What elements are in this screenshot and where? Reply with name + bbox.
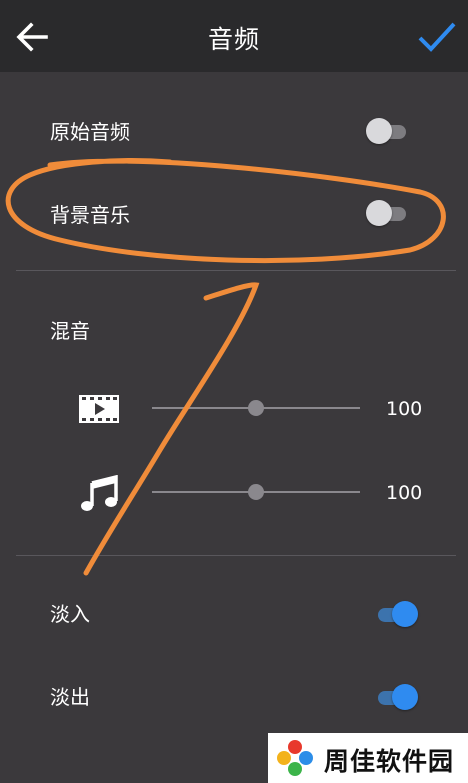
music-volume-slider[interactable] [152,482,360,502]
fade-in-label: 淡入 [50,602,90,626]
watermark: 周佳软件园 [268,733,468,783]
confirm-button[interactable] [412,14,460,60]
video-icon [79,395,119,423]
music-volume-value: 100 [386,482,423,504]
mix-heading: 混音 [50,319,90,343]
page-title: 音频 [207,25,260,54]
fade-in-toggle[interactable] [372,599,418,629]
original-audio-toggle[interactable] [366,116,412,146]
music-note-icon [81,475,118,511]
annotation-stroke [83,282,260,576]
divider [16,555,456,556]
slider-knob[interactable] [248,400,264,416]
divider [16,270,456,271]
top-bar: 音频 [0,0,468,72]
watermark-logo-icon [277,740,313,776]
toggle-thumb [366,118,392,144]
toggle-thumb [392,601,418,627]
watermark-text: 周佳软件园 [324,747,455,776]
video-volume-slider[interactable] [152,398,360,418]
background-music-toggle[interactable] [366,198,412,228]
toggle-thumb [392,684,418,710]
fade-out-label: 淡出 [50,685,90,709]
background-music-label: 背景音乐 [50,203,130,227]
checkmark-icon [418,22,456,52]
fade-out-toggle[interactable] [372,682,418,712]
original-audio-label: 原始音频 [50,120,130,144]
video-volume-value: 100 [386,398,423,420]
slider-knob[interactable] [248,484,264,500]
toggle-thumb [366,200,392,226]
